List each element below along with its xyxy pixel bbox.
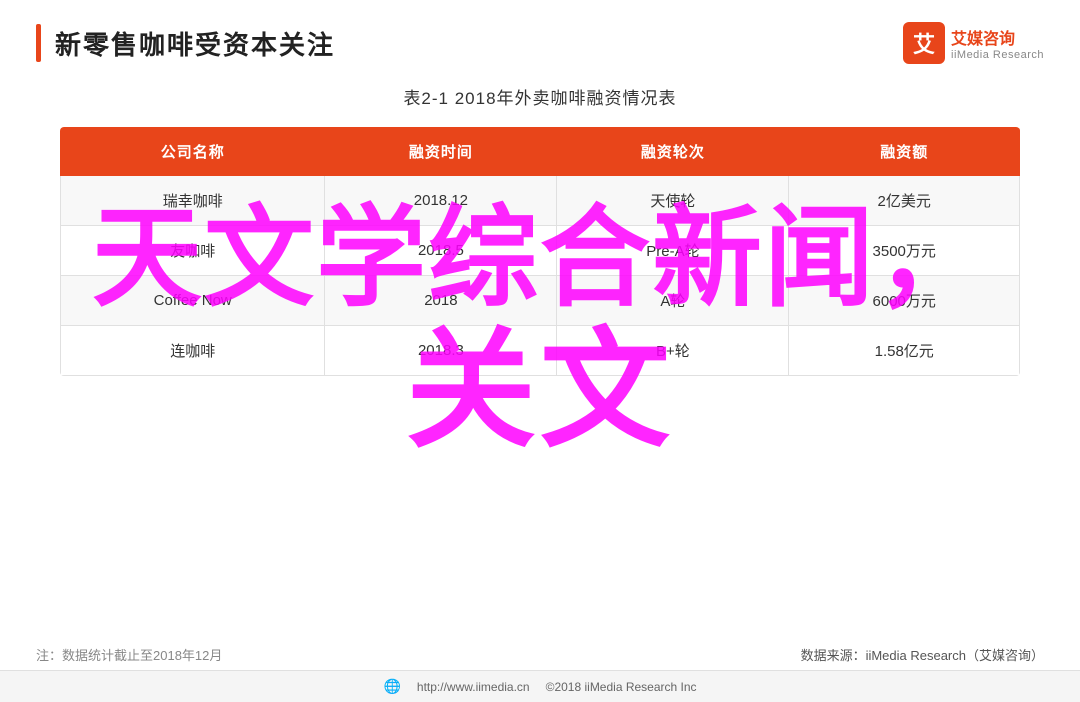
footer-note-left: 注：数据统计截止至2018年12月 xyxy=(36,645,222,664)
footer-bottom: 🌐 http://www.iimedia.cn ©2018 iiMedia Re… xyxy=(0,670,1080,702)
cell-company: 瑞幸咖啡 xyxy=(61,176,325,226)
cell-amount: 6000万元 xyxy=(789,276,1020,326)
logo-icon: 艾 xyxy=(903,22,945,64)
main-content: 新零售咖啡受资本关注 艾 艾媒咨询 iiMedia Research 表2-1 … xyxy=(0,0,1080,702)
cell-amount: 3500万元 xyxy=(789,226,1020,276)
table-title: 表2-1 2018年外卖咖啡融资情况表 xyxy=(60,84,1020,109)
globe-icon: 🌐 xyxy=(383,678,400,695)
col-round: 融资轮次 xyxy=(557,128,789,176)
title-bar xyxy=(36,24,41,62)
cell-round: 天使轮 xyxy=(557,176,789,226)
cell-company: 友咖啡 xyxy=(61,226,325,276)
logo-area: 艾 艾媒咨询 iiMedia Research xyxy=(903,22,1044,64)
cell-company: Coffee Now xyxy=(61,276,325,326)
cell-time: 2018.12 xyxy=(325,176,557,226)
title-section: 新零售咖啡受资本关注 xyxy=(36,24,335,62)
cell-round: Pre-A轮 xyxy=(557,226,789,276)
table-section: 表2-1 2018年外卖咖啡融资情况表 公司名称 融资时间 融资轮次 融资额 瑞… xyxy=(0,74,1080,376)
table-row: 友咖啡2018.5Pre-A轮3500万元 xyxy=(61,226,1020,276)
table-row: 连咖啡2018.3B+轮1.58亿元 xyxy=(61,326,1020,376)
col-amount: 融资额 xyxy=(789,128,1020,176)
logo-cn: 艾媒咨询 xyxy=(951,25,1015,49)
cell-round: B+轮 xyxy=(557,326,789,376)
cell-company: 连咖啡 xyxy=(61,326,325,376)
cell-round: A轮 xyxy=(557,276,789,326)
table-row: Coffee Now2018A轮6000万元 xyxy=(61,276,1020,326)
table-row: 瑞幸咖啡2018.12天使轮2亿美元 xyxy=(61,176,1020,226)
footer: 注：数据统计截止至2018年12月 数据来源：iiMedia Research（… xyxy=(0,637,1080,702)
cell-time: 2018 xyxy=(325,276,557,326)
cell-time: 2018.3 xyxy=(325,326,557,376)
col-time: 融资时间 xyxy=(325,128,557,176)
cell-time: 2018.5 xyxy=(325,226,557,276)
page-title: 新零售咖啡受资本关注 xyxy=(55,25,335,62)
footer-copyright: ©2018 iiMedia Research Inc xyxy=(546,680,697,694)
logo-en: iiMedia Research xyxy=(951,49,1044,61)
footer-note-right: 数据来源：iiMedia Research（艾媒咨询） xyxy=(801,645,1044,664)
col-company: 公司名称 xyxy=(61,128,325,176)
logo-text: 艾媒咨询 iiMedia Research xyxy=(951,25,1044,61)
header: 新零售咖啡受资本关注 艾 艾媒咨询 iiMedia Research xyxy=(0,0,1080,74)
table-header-row: 公司名称 融资时间 融资轮次 融资额 xyxy=(61,128,1020,176)
cell-amount: 2亿美元 xyxy=(789,176,1020,226)
footer-url: http://www.iimedia.cn xyxy=(417,680,530,694)
logo-icon-text: 艾 xyxy=(913,27,935,59)
cell-amount: 1.58亿元 xyxy=(789,326,1020,376)
data-table: 公司名称 融资时间 融资轮次 融资额 瑞幸咖啡2018.12天使轮2亿美元友咖啡… xyxy=(60,127,1020,376)
footer-notes: 注：数据统计截止至2018年12月 数据来源：iiMedia Research（… xyxy=(0,637,1080,670)
